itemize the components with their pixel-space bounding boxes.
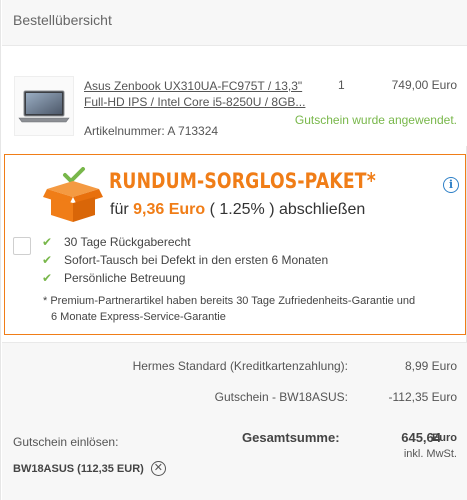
feature-label: Sofort-Tausch bei Defekt in den ersten 6… xyxy=(64,253,329,267)
check-icon: ✔ xyxy=(42,271,53,285)
applied-voucher: BW18ASUS (112,35 EUR) ✕ xyxy=(13,461,166,476)
article-number: Artikelnummer: A 713324 xyxy=(84,124,219,138)
discount-label: Gutschein - BW18ASUS: xyxy=(214,390,348,404)
list-item: ✔ Persönliche Betreuung xyxy=(42,269,328,287)
feature-label: Persönliche Betreuung xyxy=(64,271,186,285)
package-box-icon xyxy=(43,167,103,222)
cart-item: Asus Zenbook UX310UA-FC975T / 13,3" Full… xyxy=(2,46,467,146)
voucher-code: BW18ASUS (112,35 EUR) xyxy=(13,462,144,475)
laptop-image[interactable] xyxy=(14,76,74,136)
order-totals: Hermes Standard (Kreditkartenzahlung): 8… xyxy=(2,342,467,500)
summary-header: Bestellübersicht xyxy=(2,0,467,46)
remove-voucher-icon[interactable]: ✕ xyxy=(150,461,166,476)
product-name-link[interactable]: Asus Zenbook UX310UA-FC975T / 13,3" Full… xyxy=(84,78,314,110)
info-icon[interactable]: i xyxy=(443,177,459,193)
price-prefix: für xyxy=(110,201,129,218)
bundle-checkbox[interactable] xyxy=(13,237,31,255)
check-icon: ✔ xyxy=(42,253,53,267)
feature-list: ✔ 30 Tage Rückgaberecht ✔ Sofort-Tausch … xyxy=(42,233,328,287)
bundle-title: RUNDUM-SORGLOS-PAKET* xyxy=(109,169,376,193)
product-price: 749,00 Euro xyxy=(391,78,457,92)
bundle-price-line: für 9,36 Euro ( 1.25% ) abschließen xyxy=(110,201,365,219)
bundle-percent: ( 1.25% ) xyxy=(209,201,275,218)
redeem-voucher-label: Gutschein einlösen: xyxy=(13,435,119,449)
price-suffix: abschließen xyxy=(278,201,366,218)
total-label: Gesamtsumme: xyxy=(242,430,340,445)
product-quantity: 1 xyxy=(338,78,345,92)
bundle-price: 9,36 Euro xyxy=(133,201,206,218)
shipping-label: Hermes Standard (Kreditkartenzahlung): xyxy=(132,359,348,373)
vat-note: inkl. MwSt. xyxy=(403,448,457,460)
list-item: ✔ 30 Tage Rückgaberecht xyxy=(42,233,328,251)
feature-label: 30 Tage Rückgaberecht xyxy=(64,235,191,249)
total-currency: Euro xyxy=(431,432,457,444)
bundle-footnote: * Premium-Partnerartikel haben bereits 3… xyxy=(43,295,416,323)
order-summary-panel: Bestellübersicht Asus Zenbook UX310UA-FC… xyxy=(0,0,467,500)
discount-value: -112,35 Euro xyxy=(388,390,458,404)
shipping-value: 8,99 Euro xyxy=(404,359,457,373)
page-title: Bestellübersicht xyxy=(13,12,112,28)
voucher-applied-note: Gutschein wurde angewendet. xyxy=(294,113,457,127)
list-item: ✔ Sofort-Tausch bei Defekt in den ersten… xyxy=(42,251,328,269)
warranty-bundle-offer: RUNDUM-SORGLOS-PAKET* i für 9,36 Euro ( … xyxy=(4,154,466,335)
check-icon: ✔ xyxy=(42,235,53,249)
